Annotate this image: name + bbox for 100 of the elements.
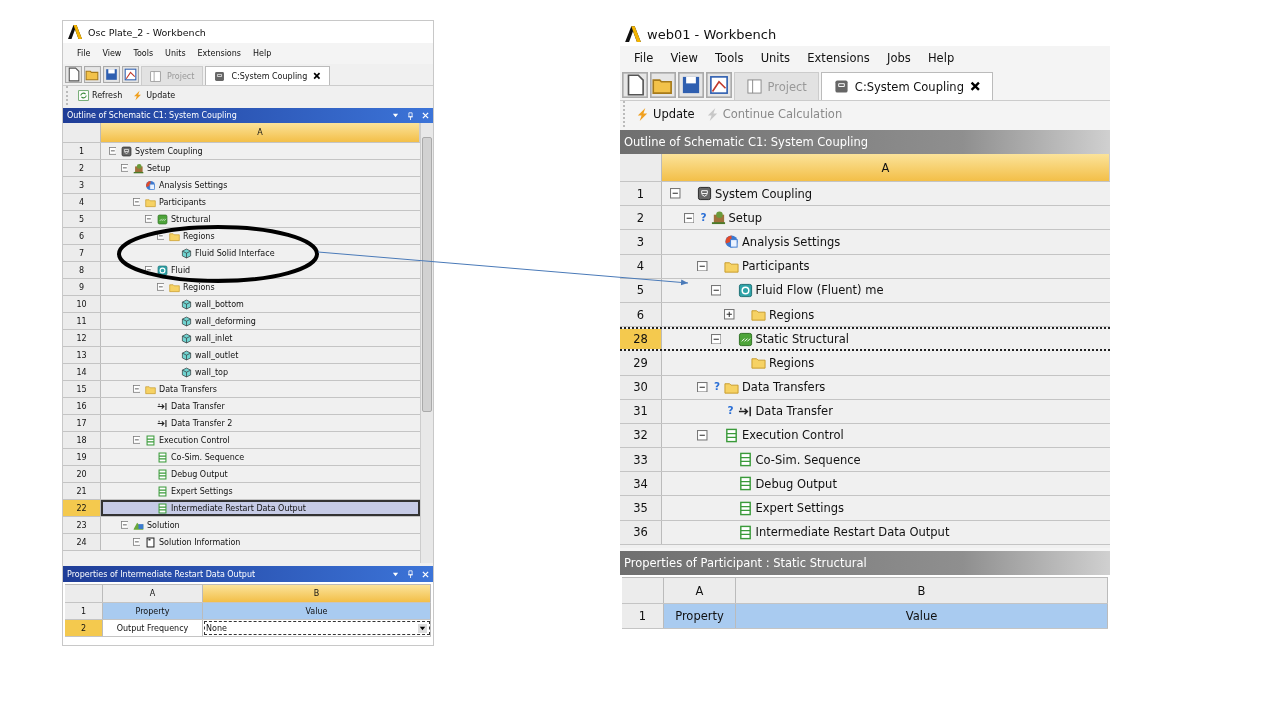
analysis-icon: [145, 179, 156, 191]
fluid-icon: [737, 282, 753, 298]
menu-item[interactable]: Jobs: [887, 51, 911, 65]
coupling-icon: [833, 79, 849, 94]
new-file-icon[interactable]: [622, 72, 648, 98]
folder-icon: [169, 281, 180, 293]
toolbar-button[interactable]: Update: [132, 90, 176, 101]
menu-item[interactable]: File: [77, 49, 91, 58]
cube-icon: [181, 332, 192, 344]
row-number: 21: [63, 483, 101, 499]
menu-item[interactable]: Extensions: [807, 51, 870, 65]
value-dropdown[interactable]: None: [203, 620, 431, 636]
save-icon[interactable]: [103, 66, 120, 83]
menu-item[interactable]: Units: [760, 51, 791, 65]
collapse-icon[interactable]: [697, 260, 708, 272]
list-icon: [724, 427, 739, 443]
menu-item[interactable]: File: [634, 51, 654, 65]
collapse-icon[interactable]: [710, 285, 722, 296]
coupling-icon: [214, 70, 226, 82]
analysis-icon: [724, 234, 739, 250]
question-mark: ?: [713, 380, 721, 393]
column-header: Value: [203, 603, 431, 619]
chart-icon[interactable]: [706, 72, 732, 98]
collapse-icon[interactable]: [144, 266, 153, 274]
row-number: 2: [620, 206, 662, 230]
dropdown-icon[interactable]: [392, 570, 399, 578]
scrollbar[interactable]: [420, 123, 433, 563]
column-header: A: [101, 123, 420, 142]
list-icon: [157, 502, 168, 514]
toolbar-button[interactable]: Update: [635, 106, 695, 122]
pane-title: Outline of Schematic C1: System Coupling: [67, 111, 237, 120]
menu-item[interactable]: Help: [253, 49, 272, 58]
row-number: 32: [620, 423, 662, 448]
collapse-icon[interactable]: [697, 430, 708, 441]
list-icon: [737, 476, 753, 492]
tab[interactable]: C:System Coupling: [821, 72, 993, 100]
list-icon: [737, 452, 753, 468]
collapse-icon[interactable]: [670, 188, 681, 199]
row-number: 28: [620, 329, 662, 350]
expand-icon[interactable]: [724, 309, 735, 320]
dropdown-icon: [418, 623, 427, 633]
row-number: 36: [620, 520, 662, 544]
row-number: 1: [620, 182, 662, 206]
transfer-icon: [157, 417, 168, 429]
column-header: B: [736, 578, 1108, 603]
row-number: 15: [63, 381, 101, 397]
cube-icon: [181, 315, 192, 327]
row-number: 24: [63, 534, 101, 550]
list-icon: [145, 434, 156, 446]
layout-icon: [150, 70, 161, 82]
menu-item[interactable]: Help: [927, 51, 955, 65]
row-number: 2: [63, 160, 101, 176]
menu-item[interactable]: View: [670, 51, 698, 65]
menu-item[interactable]: Tools: [133, 49, 154, 58]
row-number: 7: [63, 245, 101, 261]
folder-icon: [145, 383, 156, 395]
row-number: 30: [620, 375, 662, 399]
layout-icon: [746, 79, 762, 94]
menu-item[interactable]: Units: [165, 49, 186, 58]
toolbar-button[interactable]: Refresh: [78, 90, 123, 101]
tab[interactable]: C:System Coupling: [205, 66, 330, 85]
tree-item[interactable]: Intermediate Restart Data Output: [101, 500, 420, 516]
close-icon[interactable]: [313, 72, 321, 80]
open-folder-icon[interactable]: [84, 66, 101, 83]
chart-icon[interactable]: [122, 66, 139, 83]
menu-item[interactable]: Extensions: [197, 49, 241, 58]
row-number: 31: [620, 399, 662, 423]
collapse-icon[interactable]: [683, 212, 695, 224]
collapse-icon[interactable]: [697, 381, 708, 393]
collapse-icon[interactable]: [710, 333, 722, 345]
menu-item[interactable]: View: [102, 49, 122, 58]
pin-icon[interactable]: [407, 570, 414, 578]
save-icon[interactable]: [678, 72, 704, 98]
cube-icon: [181, 247, 192, 259]
row-number: 18: [63, 432, 101, 448]
coupling-icon: [697, 186, 712, 202]
row-number: 6: [620, 302, 662, 327]
new-file-icon[interactable]: [65, 66, 82, 83]
collapse-icon[interactable]: [156, 232, 165, 240]
pane-title: Properties of Intermediate Restart Data Output: [67, 569, 256, 579]
close-icon[interactable]: [969, 81, 981, 92]
pane-title: Properties of Participant : Static Structural: [624, 556, 867, 570]
pin-icon[interactable]: [407, 111, 414, 120]
row-number: 3: [63, 177, 101, 193]
setup-icon: [133, 162, 144, 174]
row-number: 5: [63, 211, 101, 227]
row-number: 4: [620, 254, 662, 278]
row-number: 17: [63, 415, 101, 431]
row-number: 3: [620, 230, 662, 254]
open-folder-icon[interactable]: [650, 72, 676, 98]
structural-icon: [157, 213, 168, 225]
row-number: 23: [63, 517, 101, 533]
app-logo-icon: [624, 25, 642, 43]
menu-item[interactable]: Tools: [715, 51, 744, 65]
row-number: 8: [63, 262, 101, 278]
row-number: 29: [620, 351, 662, 375]
column-header: Value: [736, 604, 1108, 628]
dropdown-icon[interactable]: [392, 112, 399, 119]
cube-icon: [181, 349, 192, 361]
document-icon: [145, 536, 156, 548]
